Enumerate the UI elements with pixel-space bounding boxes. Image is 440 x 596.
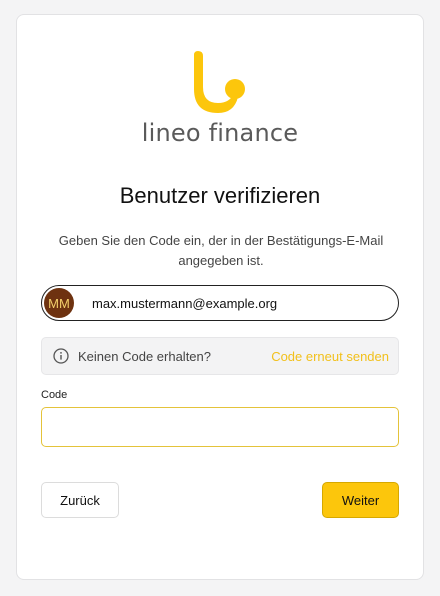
login-card: lineo finance Benutzer verifizieren Gebe… — [16, 14, 424, 580]
info-icon — [53, 348, 69, 364]
resend-question: Keinen Code erhalten? — [78, 348, 211, 364]
code-label: Code — [41, 389, 68, 401]
brand-name: lineo finance — [141, 119, 299, 147]
page-subtitle: Geben Sie den Code ein, der in der Bestä… — [58, 233, 384, 268]
next-button[interactable]: Weiter — [322, 482, 399, 518]
resend-code-box: Keinen Code erhalten? Code erneut senden — [41, 337, 399, 375]
user-email: max.mustermann@example.org — [92, 295, 278, 311]
page-title: Benutzer verifizieren — [119, 183, 321, 208]
lineo-logo-icon — [194, 51, 245, 113]
resend-code-link[interactable]: Code erneut senden — [271, 349, 389, 364]
code-input[interactable] — [41, 407, 399, 447]
back-button[interactable]: Zurück — [41, 482, 119, 518]
user-identity-pill[interactable]: MM max.mustermann@example.org — [41, 285, 399, 321]
avatar: MM — [44, 288, 74, 318]
